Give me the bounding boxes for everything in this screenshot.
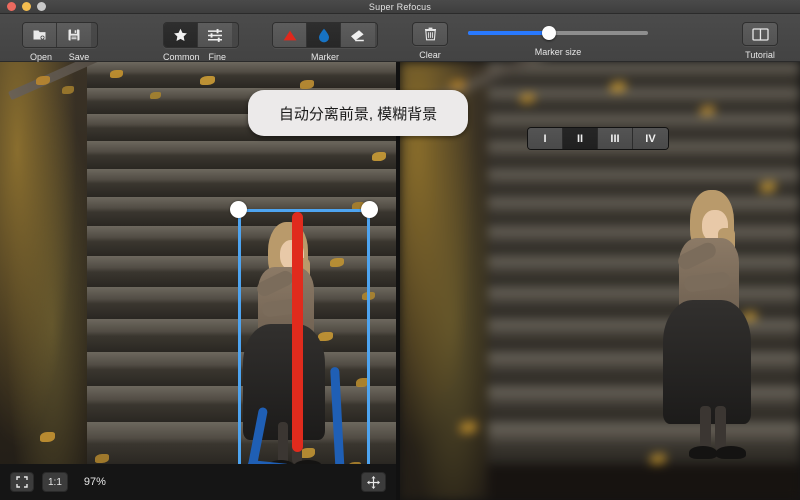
background-marker-button[interactable] [307, 23, 341, 47]
close-button[interactable] [7, 2, 16, 11]
fit-to-screen-icon [16, 476, 28, 488]
hint-tooltip-text: 自动分离前景, 模糊背景 [279, 103, 437, 124]
tab-common[interactable] [164, 23, 198, 47]
marker-size-slider[interactable] [468, 26, 648, 40]
zoom-level-label: 97% [84, 476, 106, 488]
move-pan-icon [367, 476, 380, 489]
marker-size-label: Marker size [535, 47, 582, 57]
red-triangle-icon [282, 29, 298, 42]
marker-size-fill [468, 31, 549, 35]
foreground-marker-button[interactable] [273, 23, 307, 47]
tutorial-group-labels: Tutorial [742, 50, 778, 60]
blue-droplet-icon [318, 28, 330, 43]
marker-group-labels: Marker [272, 52, 378, 62]
floppy-disk-icon [67, 28, 81, 42]
pan-tool-button[interactable] [361, 472, 386, 492]
sliders-icon [207, 29, 223, 42]
save-label: Save [60, 52, 98, 62]
open-label: Open [22, 52, 60, 62]
title-bar: Super Refocus [0, 0, 800, 14]
tab-preset-3[interactable]: III [598, 128, 633, 149]
tutorial-label: Tutorial [745, 50, 775, 60]
file-group-labels: Open Save [22, 52, 98, 62]
window-title: Super Refocus [0, 2, 800, 12]
marker-size-knob[interactable] [542, 26, 556, 40]
tab-preset-2[interactable]: II [563, 128, 598, 149]
eraser-marker-button[interactable] [341, 23, 375, 47]
tab-preset-4[interactable]: IV [633, 128, 668, 149]
mode-segmented-control [163, 22, 239, 48]
tutorial-group: Tutorial [742, 14, 778, 62]
actual-size-button[interactable]: 1:1 [42, 472, 68, 492]
hint-tooltip: 自动分离前景, 模糊背景 [248, 90, 468, 136]
preset-tabs: I II III IV [527, 127, 669, 150]
selection-handle-top-left[interactable] [230, 201, 247, 218]
marker-group: Marker [272, 14, 378, 62]
mode-group: Common Fine Tuning [163, 14, 239, 62]
open-button[interactable] [23, 23, 57, 47]
clear-group-labels: Clear [412, 50, 448, 60]
file-segmented-control [22, 22, 98, 48]
selection-rectangle[interactable] [238, 209, 370, 487]
window-controls [0, 2, 46, 11]
open-folder-icon [32, 28, 47, 42]
tab-preset-1[interactable]: I [528, 128, 563, 149]
fit-to-screen-button[interactable] [10, 472, 34, 492]
left-status-bar: 1:1 97% [0, 464, 396, 500]
save-button[interactable] [57, 23, 91, 47]
marker-size-group: Marker size [468, 14, 648, 62]
marker-size-labels: Marker size [468, 47, 648, 57]
clear-label: Clear [419, 50, 441, 60]
clear-group: Clear [412, 14, 448, 62]
super-refocus-window: Super Refocus [0, 0, 800, 500]
zoom-button[interactable] [37, 2, 46, 11]
clear-button[interactable] [412, 22, 448, 46]
minimize-button[interactable] [22, 2, 31, 11]
main-toolbar: Open Save [0, 14, 800, 62]
marker-segmented-control [272, 22, 378, 48]
selection-handle-top-right[interactable] [361, 201, 378, 218]
tutorial-button[interactable] [742, 22, 778, 46]
trash-icon [424, 27, 437, 41]
eraser-icon [350, 29, 367, 42]
file-group: Open Save [22, 14, 98, 62]
book-icon [752, 28, 769, 41]
marker-label: Marker [311, 52, 339, 62]
tab-fine-tuning[interactable] [198, 23, 232, 47]
star-icon [173, 28, 188, 42]
